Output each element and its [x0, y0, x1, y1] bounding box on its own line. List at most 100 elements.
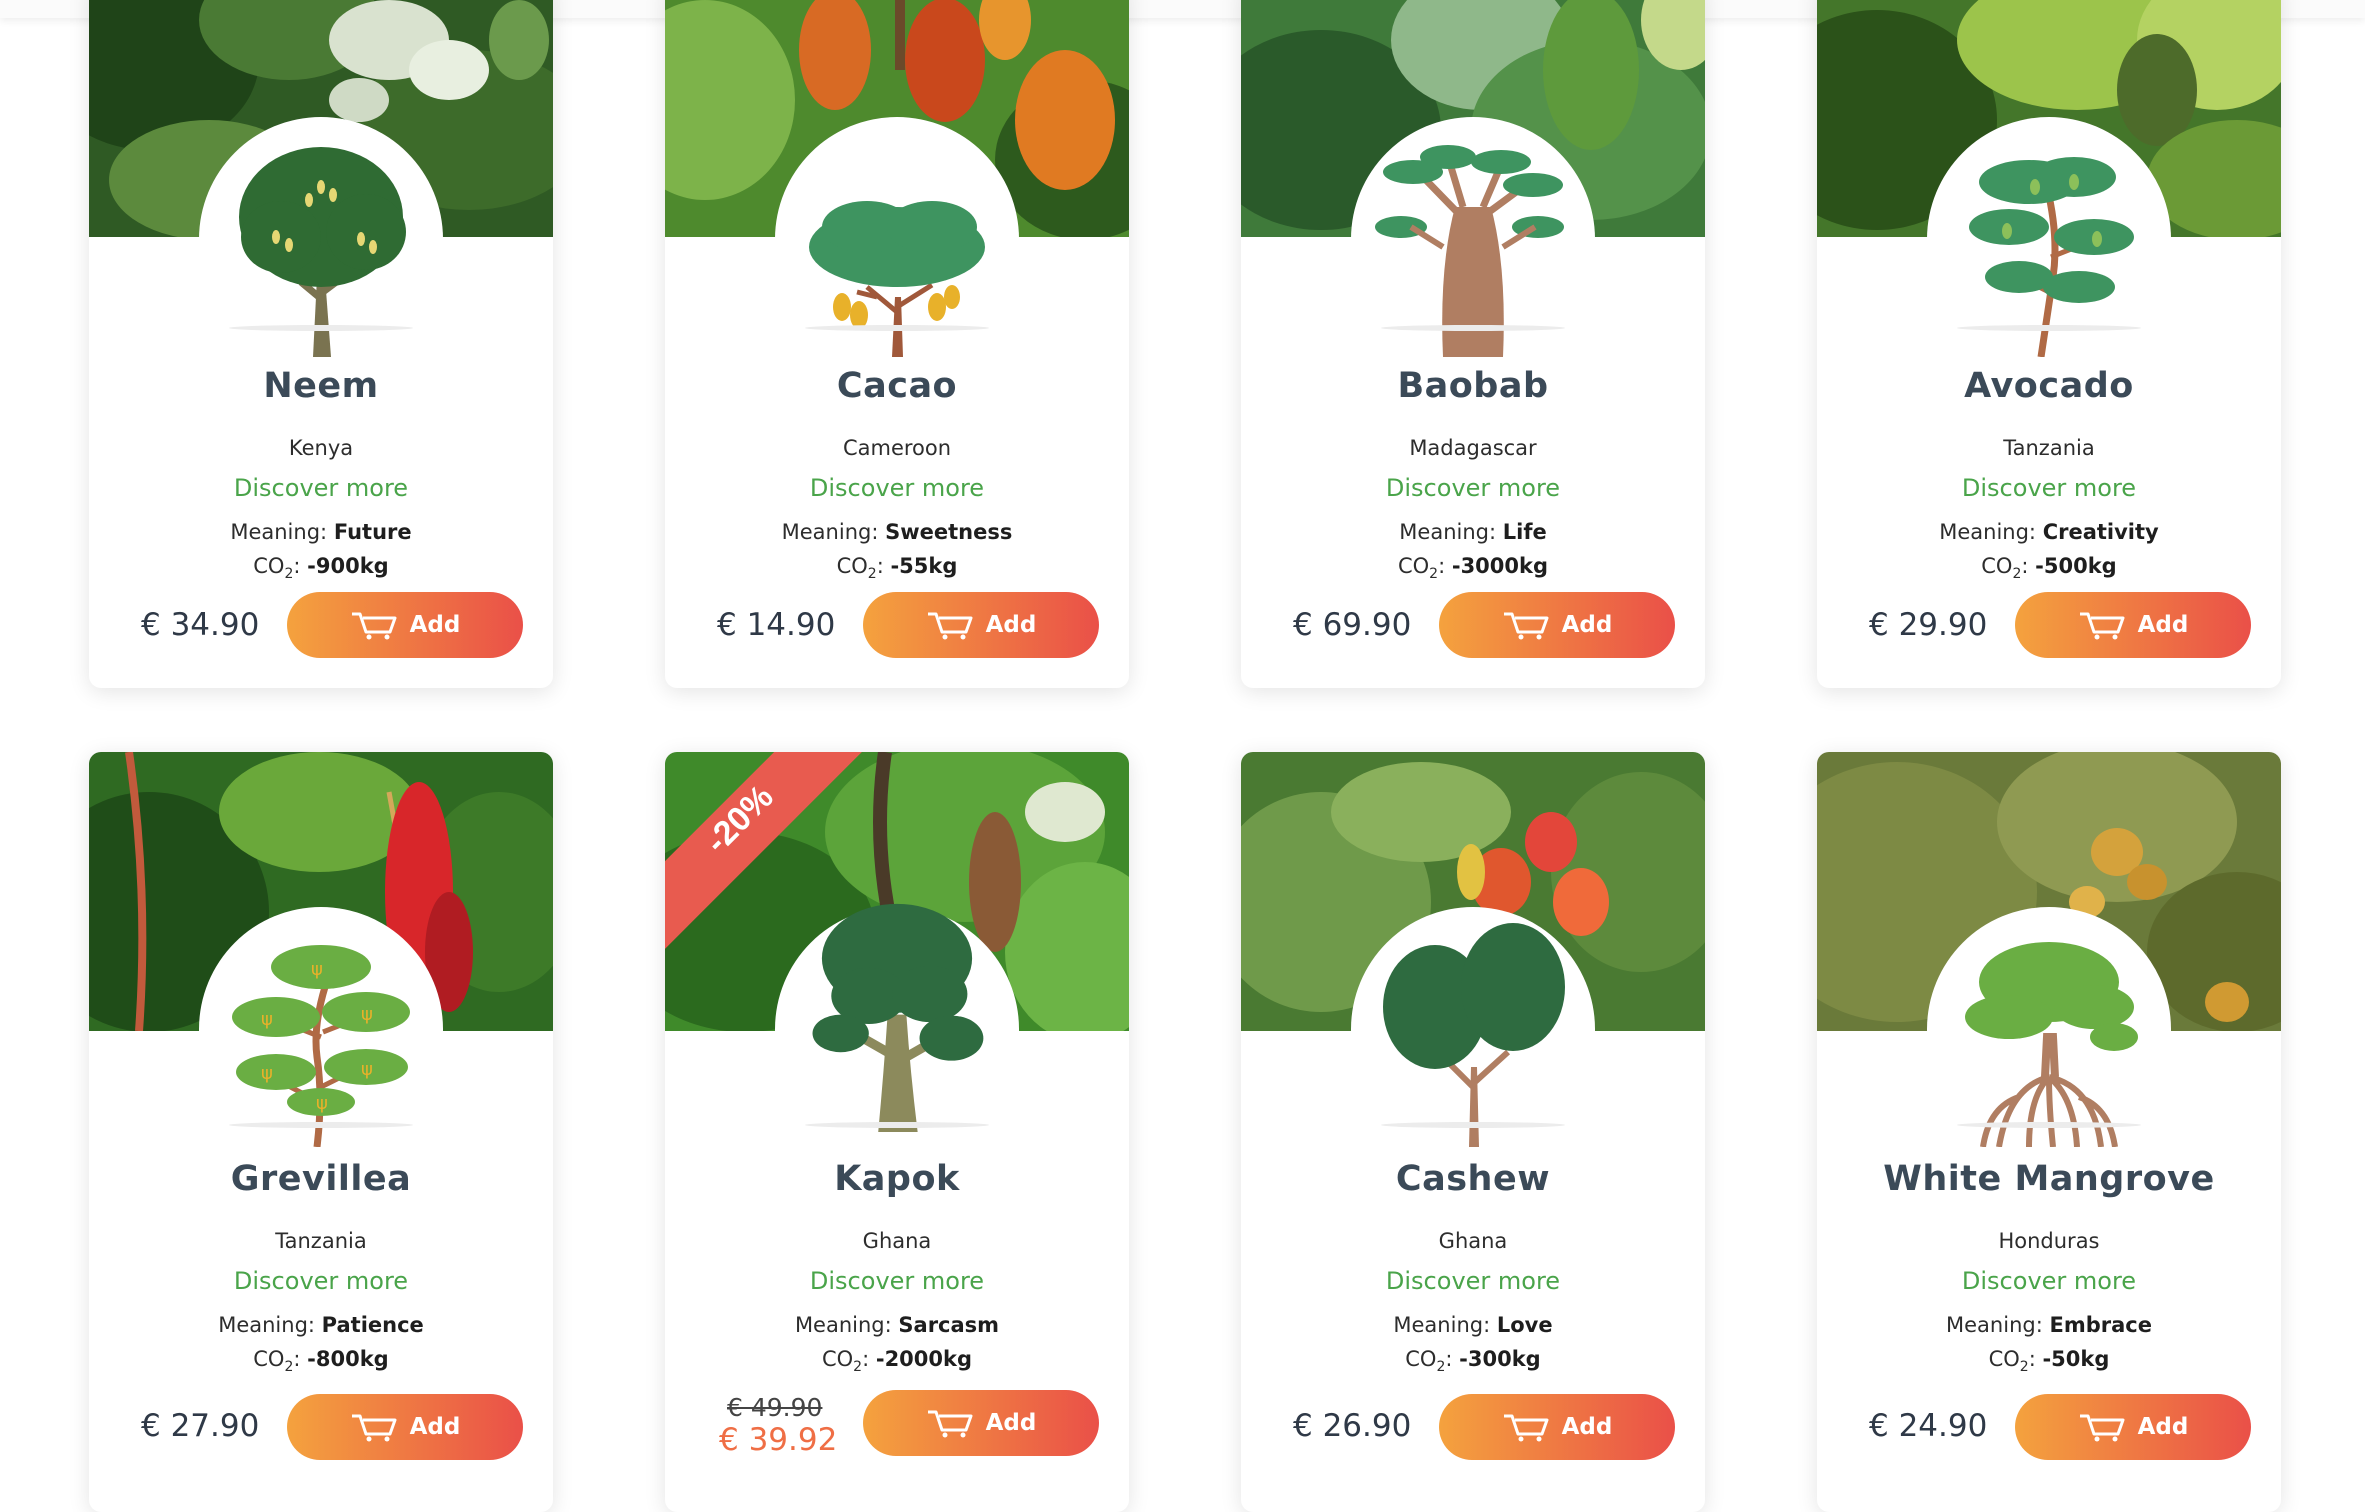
add-button-label: Add	[985, 1410, 1037, 1436]
product-info: Avocado Tanzania Discover more Meaning: …	[1817, 366, 2281, 582]
product-meaning: Meaning: Sarcasm	[665, 1313, 1129, 1337]
avocado-tree-icon	[1969, 157, 2134, 357]
co2-subscript: 2	[284, 566, 294, 583]
meaning-label: Meaning:	[218, 1313, 315, 1337]
product-meaning: Meaning: Patience	[89, 1313, 553, 1337]
discover-more-link[interactable]: Discover more	[665, 474, 1129, 502]
co2-subscript: 2	[853, 1359, 863, 1376]
add-to-cart-button[interactable]: Add	[863, 592, 1099, 658]
meaning-label: Meaning:	[1399, 520, 1497, 544]
cacao-tree-icon	[809, 201, 985, 357]
product-card-grevillea: ψ ψ ψ ψ ψ ψ Grevillea Tanzania Discover …	[89, 752, 553, 1512]
product-price: € 69.90	[1293, 607, 1412, 643]
co2-value: -300kg	[1459, 1347, 1541, 1371]
cashew-tree-icon	[1383, 923, 1565, 1147]
product-price: € 24.90	[1869, 1408, 1988, 1444]
co2-value: -50kg	[2042, 1347, 2110, 1371]
svg-text:ψ: ψ	[261, 1063, 273, 1084]
product-price: € 27.90	[141, 1408, 260, 1444]
add-to-cart-button[interactable]: Add	[287, 592, 523, 658]
product-meaning: Meaning: Sweetness	[665, 520, 1129, 544]
product-info: Neem Kenya Discover more Meaning: Future…	[89, 366, 553, 582]
co2-subscript: 2	[2019, 1359, 2029, 1376]
co2-value: -800kg	[307, 1347, 389, 1371]
product-info: Baobab Madagascar Discover more Meaning:…	[1241, 366, 1705, 582]
add-to-cart-button[interactable]: Add	[863, 1390, 1099, 1456]
add-button-label: Add	[1561, 612, 1613, 638]
svg-text:ψ: ψ	[261, 1009, 273, 1030]
discover-more-link[interactable]: Discover more	[1241, 474, 1705, 502]
product-country: Tanzania	[2003, 436, 2095, 460]
meaning-value: Embrace	[2049, 1313, 2152, 1337]
round-tree-icon	[239, 147, 406, 357]
discover-more-link[interactable]: Discover more	[1241, 1267, 1705, 1295]
discover-more-link[interactable]: Discover more	[89, 1267, 553, 1295]
cart-icon	[351, 612, 397, 640]
product-co2: CO2: -500kg	[1981, 554, 2117, 583]
co2-label: CO	[821, 1347, 854, 1371]
product-name: White Mangrove	[1883, 1159, 2215, 1199]
discover-more-link[interactable]: Discover more	[1817, 1267, 2281, 1295]
discover-more-link[interactable]: Discover more	[1817, 474, 2281, 502]
svg-text:ψ: ψ	[316, 1093, 328, 1114]
co2-value: -900kg	[307, 554, 389, 578]
svg-text:ψ: ψ	[361, 1059, 373, 1080]
co2-subscript: 2	[1429, 566, 1439, 583]
product-co2: CO2: -300kg	[1405, 1347, 1541, 1376]
add-button-label: Add	[2137, 1414, 2189, 1440]
add-button-label: Add	[985, 612, 1037, 638]
ground-shadow	[805, 325, 989, 331]
co2-label: CO	[836, 554, 868, 578]
cart-icon	[927, 612, 973, 640]
product-country: Ghana	[862, 1229, 932, 1253]
ground-shadow	[229, 325, 413, 331]
meaning-value: Sweetness	[885, 520, 1013, 544]
discover-more-link[interactable]: Discover more	[665, 1267, 1129, 1295]
co2-label: CO	[1988, 1347, 2020, 1371]
add-to-cart-button[interactable]: Add	[287, 1394, 523, 1460]
add-to-cart-button[interactable]: Add	[1439, 592, 1675, 658]
co2-label: CO	[253, 554, 285, 578]
mangrove-tree-icon	[1965, 942, 2138, 1147]
product-price: € 26.90	[1293, 1408, 1412, 1444]
product-card-cashew: Cashew Ghana Discover more Meaning: Love…	[1241, 752, 1705, 1512]
add-to-cart-button[interactable]: Add	[1439, 1394, 1675, 1460]
product-card-kapok: -20% Kapok Ghana Discover more Meaning: …	[665, 752, 1129, 1512]
product-name: Baobab	[1397, 366, 1549, 406]
cart-icon	[2079, 612, 2125, 640]
add-button-label: Add	[409, 612, 461, 638]
discover-more-link[interactable]: Discover more	[89, 474, 553, 502]
product-price: € 29.90	[1869, 607, 1988, 643]
cart-icon	[927, 1410, 973, 1438]
add-to-cart-button[interactable]: Add	[2015, 592, 2251, 658]
svg-text:ψ: ψ	[361, 1004, 373, 1025]
co2-subscript: 2	[2012, 566, 2022, 583]
meaning-value: Life	[1502, 520, 1547, 544]
co2-value: -500kg	[2035, 554, 2117, 578]
product-info: Kapok Ghana Discover more Meaning: Sarca…	[665, 1159, 1129, 1375]
add-to-cart-button[interactable]: Add	[2015, 1394, 2251, 1460]
cart-icon	[2079, 1414, 2125, 1442]
co2-value: -55kg	[890, 554, 958, 578]
meaning-value: Patience	[321, 1313, 424, 1337]
discount-label: -20%	[697, 777, 781, 861]
cart-icon	[1503, 1414, 1549, 1442]
product-meaning: Meaning: Future	[89, 520, 553, 544]
product-card-baobab: Baobab Madagascar Discover more Meaning:…	[1241, 0, 1705, 688]
meaning-label: Meaning:	[1939, 520, 2037, 544]
cart-icon	[1503, 612, 1549, 640]
meaning-label: Meaning:	[781, 520, 879, 544]
co2-label: CO	[1397, 554, 1430, 578]
ground-shadow	[805, 1122, 989, 1128]
product-co2: CO2: -55kg	[836, 554, 958, 583]
product-info: Cashew Ghana Discover more Meaning: Love…	[1241, 1159, 1705, 1375]
product-name: Cashew	[1395, 1159, 1551, 1199]
co2-label: CO	[1981, 554, 2013, 578]
co2-subscript: 2	[1436, 1359, 1446, 1376]
product-name: Avocado	[1964, 366, 2134, 406]
add-button-label: Add	[2137, 612, 2189, 638]
product-name: Cacao	[836, 366, 958, 406]
meaning-value: Creativity	[2042, 520, 2159, 544]
meaning-label: Meaning:	[794, 1313, 892, 1337]
cart-icon	[351, 1414, 397, 1442]
